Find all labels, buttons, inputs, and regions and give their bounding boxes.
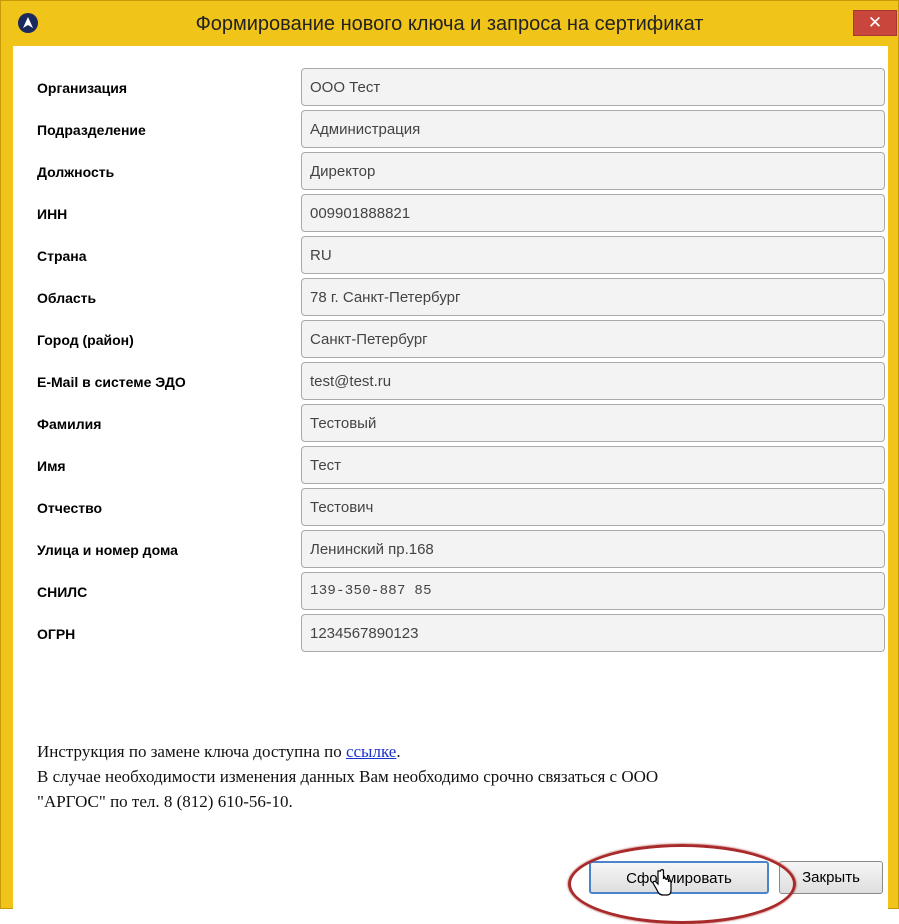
position-field[interactable]: Директор [301,152,885,190]
field-label: Должность [37,164,115,180]
field-label: Имя [37,458,66,474]
surname-field[interactable]: Тестовый [301,404,885,442]
field-row-name: Имя Тест [13,446,888,486]
city-field[interactable]: Санкт-Петербург [301,320,885,358]
info-line-1-prefix: Инструкция по замене ключа доступна по [37,742,346,761]
info-line-1-suffix: . [396,742,401,761]
street-field[interactable]: Ленинский пр.168 [301,530,885,568]
field-label: СНИЛС [37,584,88,600]
close-window-button[interactable]: ✕ [853,10,897,36]
title-bar[interactable]: Формирование нового ключа и запроса на с… [1,1,898,45]
name-field[interactable]: Тест [301,446,885,484]
department-field[interactable]: Администрация [301,110,885,148]
field-row-country: Страна RU [13,236,888,276]
field-label: Отчество [37,500,103,516]
dialog-window: Формирование нового ключа и запроса на с… [0,0,899,924]
region-field[interactable]: 78 г. Санкт-Петербург [301,278,885,316]
field-label: ИНН [37,206,68,222]
email-field[interactable]: test@test.ru [301,362,885,400]
field-row-email: E-Mail в системе ЭДО test@test.ru [13,362,888,402]
info-line-3: "АРГОС" по тел. 8 (812) 610-56-10. [37,792,293,811]
field-label: Организация [37,80,128,96]
info-line-1: Инструкция по замене ключа доступна по с… [37,739,877,764]
field-label: E-Mail в системе ЭДО [37,374,186,390]
dialog-content: Организация ООО Тест Подразделение Админ… [13,46,888,924]
hand-cursor-icon [652,869,672,896]
field-label: ОГРН [37,626,76,642]
field-row-city: Город (район) Санкт-Петербург [13,320,888,360]
field-label: Подразделение [37,122,146,138]
field-label: Область [37,290,97,306]
field-row-surname: Фамилия Тестовый [13,404,888,444]
patronymic-field[interactable]: Тестович [301,488,885,526]
field-row-patronymic: Отчество Тестович [13,488,888,528]
field-label: Улица и номер дома [37,542,178,558]
info-text: Инструкция по замене ключа доступна по с… [37,739,877,814]
ogrn-field[interactable]: 1234567890123 [301,614,885,652]
field-row-region: Область 78 г. Санкт-Петербург [13,278,888,318]
field-row-organization: Организация ООО Тест [13,68,888,108]
instruction-link[interactable]: ссылке [346,742,396,761]
snils-field[interactable]: 139-350-887 85 [301,572,885,610]
organization-field[interactable]: ООО Тест [301,68,885,106]
field-label: Фамилия [37,416,102,432]
field-label: Город (район) [37,332,134,348]
field-row-snils: СНИЛС 139-350-887 85 [13,572,888,612]
generate-button[interactable]: Сформировать [589,861,769,894]
field-row-inn: ИНН 009901888821 [13,194,888,234]
window-title: Формирование нового ключа и запроса на с… [195,13,704,35]
info-line-2: В случае необходимости изменения данных … [37,767,659,786]
field-label: Страна [37,248,87,264]
field-row-street: Улица и номер дома Ленинский пр.168 [13,530,888,570]
close-button[interactable]: Закрыть [779,861,883,894]
field-row-position: Должность Директор [13,152,888,192]
close-icon[interactable]: ✕ [868,13,882,32]
field-row-department: Подразделение Администрация [13,110,888,150]
country-field[interactable]: RU [301,236,885,274]
inn-field[interactable]: 009901888821 [301,194,885,232]
field-row-ogrn: ОГРН 1234567890123 [13,614,888,654]
